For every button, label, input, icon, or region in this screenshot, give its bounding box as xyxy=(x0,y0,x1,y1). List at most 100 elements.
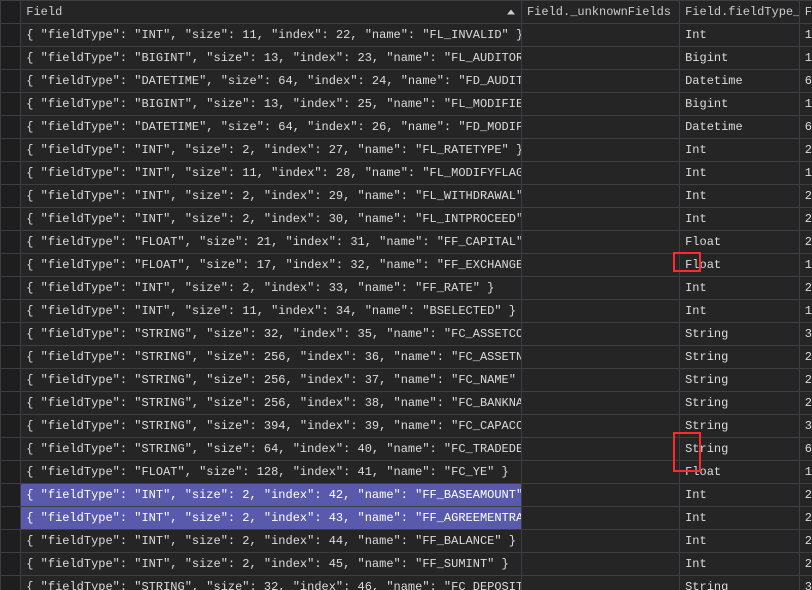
cell-field[interactable]: { "fieldType": "STRING", "size": 32, "in… xyxy=(21,576,522,590)
cell-fieldtype[interactable]: Int xyxy=(680,300,800,323)
cell-unknown[interactable] xyxy=(521,392,679,415)
cell-unknown[interactable] xyxy=(521,323,679,346)
cell-fieldtype[interactable]: String xyxy=(680,392,800,415)
cell-field[interactable]: { "fieldType": "BIGINT", "size": 13, "in… xyxy=(21,47,522,70)
table-row[interactable]: { "fieldType": "DATETIME", "size": 64, "… xyxy=(1,70,812,93)
table-row[interactable]: { "fieldType": "STRING", "size": 394, "i… xyxy=(1,415,812,438)
header-row[interactable]: Field Field._unknownFields Field.fieldTy… xyxy=(1,1,812,24)
cell-fieldtype[interactable]: Datetime xyxy=(680,70,800,93)
cell-extra[interactable]: 1 xyxy=(799,254,812,277)
cell-extra[interactable]: 1 xyxy=(799,300,812,323)
cell-extra[interactable]: 2 xyxy=(799,484,812,507)
cell-unknown[interactable] xyxy=(521,530,679,553)
cell-extra[interactable]: 1 xyxy=(799,461,812,484)
cell-field[interactable]: { "fieldType": "STRING", "size": 256, "i… xyxy=(21,346,522,369)
cell-field[interactable]: { "fieldType": "INT", "size": 2, "index"… xyxy=(21,185,522,208)
table-row[interactable]: { "fieldType": "STRING", "size": 256, "i… xyxy=(1,392,812,415)
cell-field[interactable]: { "fieldType": "INT", "size": 2, "index"… xyxy=(21,484,522,507)
table-row[interactable]: { "fieldType": "STRING", "size": 32, "in… xyxy=(1,576,812,590)
cell-unknown[interactable] xyxy=(521,24,679,47)
data-grid[interactable]: Field Field._unknownFields Field.fieldTy… xyxy=(0,0,812,590)
cell-unknown[interactable] xyxy=(521,139,679,162)
column-header-fieldtype[interactable]: Field.fieldType__ xyxy=(680,1,800,24)
cell-unknown[interactable] xyxy=(521,461,679,484)
cell-fieldtype[interactable]: String xyxy=(680,323,800,346)
table-row[interactable]: { "fieldType": "STRING", "size": 32, "in… xyxy=(1,323,812,346)
cell-unknown[interactable] xyxy=(521,369,679,392)
cell-unknown[interactable] xyxy=(521,438,679,461)
cell-unknown[interactable] xyxy=(521,47,679,70)
cell-unknown[interactable] xyxy=(521,415,679,438)
cell-field[interactable]: { "fieldType": "INT", "size": 11, "index… xyxy=(21,162,522,185)
cell-fieldtype[interactable]: Datetime xyxy=(680,116,800,139)
cell-extra[interactable]: 6 xyxy=(799,116,812,139)
cell-field[interactable]: { "fieldType": "INT", "size": 2, "index"… xyxy=(21,208,522,231)
cell-extra[interactable]: 1 xyxy=(799,93,812,116)
cell-extra[interactable]: 3 xyxy=(799,576,812,590)
cell-unknown[interactable] xyxy=(521,277,679,300)
cell-fieldtype[interactable]: Int xyxy=(680,553,800,576)
cell-fieldtype[interactable]: String xyxy=(680,346,800,369)
cell-field[interactable]: { "fieldType": "DATETIME", "size": 64, "… xyxy=(21,70,522,93)
cell-fieldtype[interactable]: Int xyxy=(680,208,800,231)
cell-unknown[interactable] xyxy=(521,507,679,530)
cell-fieldtype[interactable]: Float xyxy=(680,231,800,254)
cell-field[interactable]: { "fieldType": "STRING", "size": 256, "i… xyxy=(21,369,522,392)
cell-fieldtype[interactable]: String xyxy=(680,438,800,461)
cell-field[interactable]: { "fieldType": "INT", "size": 2, "index"… xyxy=(21,530,522,553)
cell-extra[interactable]: 2 xyxy=(799,346,812,369)
cell-field[interactable]: { "fieldType": "INT", "size": 2, "index"… xyxy=(21,277,522,300)
cell-unknown[interactable] xyxy=(521,185,679,208)
cell-unknown[interactable] xyxy=(521,254,679,277)
cell-unknown[interactable] xyxy=(521,576,679,590)
table-row[interactable]: { "fieldType": "FLOAT", "size": 21, "ind… xyxy=(1,231,812,254)
cell-unknown[interactable] xyxy=(521,162,679,185)
cell-unknown[interactable] xyxy=(521,93,679,116)
cell-field[interactable]: { "fieldType": "STRING", "size": 32, "in… xyxy=(21,323,522,346)
cell-extra[interactable]: 2 xyxy=(799,553,812,576)
cell-fieldtype[interactable]: Bigint xyxy=(680,93,800,116)
table-row[interactable]: { "fieldType": "INT", "size": 11, "index… xyxy=(1,24,812,47)
cell-fieldtype[interactable]: Float xyxy=(680,461,800,484)
cell-field[interactable]: { "fieldType": "INT", "size": 11, "index… xyxy=(21,300,522,323)
cell-extra[interactable]: 6 xyxy=(799,70,812,93)
cell-fieldtype[interactable]: String xyxy=(680,576,800,590)
cell-extra[interactable]: 2 xyxy=(799,392,812,415)
table-row[interactable]: { "fieldType": "STRING", "size": 64, "in… xyxy=(1,438,812,461)
cell-fieldtype[interactable]: Float xyxy=(680,254,800,277)
table-row[interactable]: { "fieldType": "INT", "size": 2, "index"… xyxy=(1,530,812,553)
table-row[interactable]: { "fieldType": "INT", "size": 2, "index"… xyxy=(1,185,812,208)
cell-extra[interactable]: 2 xyxy=(799,277,812,300)
cell-extra[interactable]: 1 xyxy=(799,162,812,185)
cell-unknown[interactable] xyxy=(521,484,679,507)
table-row[interactable]: { "fieldType": "BIGINT", "size": 13, "in… xyxy=(1,93,812,116)
cell-fieldtype[interactable]: String xyxy=(680,369,800,392)
table-row[interactable]: { "fieldType": "INT", "size": 11, "index… xyxy=(1,300,812,323)
cell-field[interactable]: { "fieldType": "FLOAT", "size": 17, "ind… xyxy=(21,254,522,277)
column-header-field[interactable]: Field xyxy=(21,1,522,24)
column-header-unknown[interactable]: Field._unknownFields xyxy=(521,1,679,24)
cell-unknown[interactable] xyxy=(521,300,679,323)
cell-unknown[interactable] xyxy=(521,346,679,369)
cell-fieldtype[interactable]: Int xyxy=(680,24,800,47)
table-row[interactable]: { "fieldType": "INT", "size": 11, "index… xyxy=(1,162,812,185)
cell-extra[interactable]: 3 xyxy=(799,323,812,346)
cell-fieldtype[interactable]: String xyxy=(680,415,800,438)
table-row[interactable]: { "fieldType": "INT", "size": 2, "index"… xyxy=(1,553,812,576)
cell-field[interactable]: { "fieldType": "FLOAT", "size": 21, "ind… xyxy=(21,231,522,254)
cell-fieldtype[interactable]: Int xyxy=(680,277,800,300)
cell-extra[interactable]: 2 xyxy=(799,231,812,254)
cell-field[interactable]: { "fieldType": "INT", "size": 2, "index"… xyxy=(21,553,522,576)
cell-field[interactable]: { "fieldType": "INT", "size": 11, "index… xyxy=(21,24,522,47)
cell-fieldtype[interactable]: Int xyxy=(680,139,800,162)
table-row[interactable]: { "fieldType": "STRING", "size": 256, "i… xyxy=(1,346,812,369)
cell-fieldtype[interactable]: Int xyxy=(680,484,800,507)
cell-unknown[interactable] xyxy=(521,231,679,254)
table-row[interactable]: { "fieldType": "FLOAT", "size": 128, "in… xyxy=(1,461,812,484)
cell-field[interactable]: { "fieldType": "STRING", "size": 256, "i… xyxy=(21,392,522,415)
table-row[interactable]: { "fieldType": "INT", "size": 2, "index"… xyxy=(1,484,812,507)
table-row[interactable]: { "fieldType": "INT", "size": 2, "index"… xyxy=(1,277,812,300)
table-row[interactable]: { "fieldType": "FLOAT", "size": 17, "ind… xyxy=(1,254,812,277)
cell-extra[interactable]: 2 xyxy=(799,369,812,392)
cell-extra[interactable]: 1 xyxy=(799,47,812,70)
